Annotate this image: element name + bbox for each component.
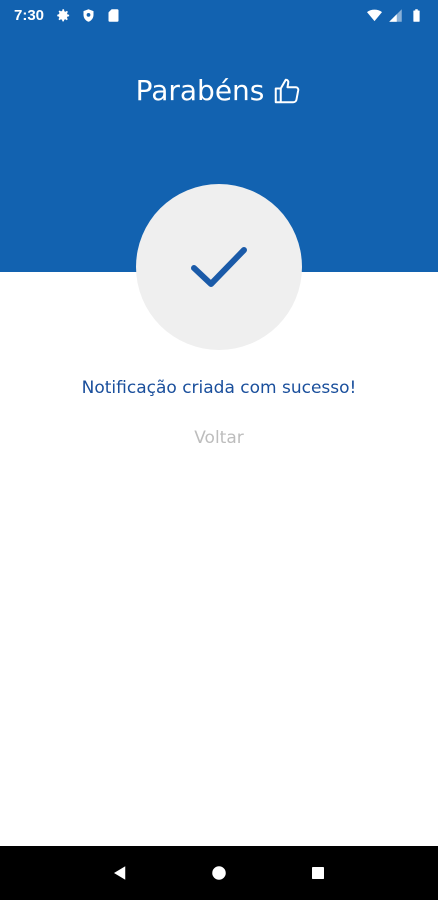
success-message: Notificação criada com sucesso! xyxy=(81,378,357,398)
back-button[interactable]: Voltar xyxy=(0,428,438,448)
status-left-icons xyxy=(56,8,121,23)
status-time: 7:30 xyxy=(14,6,45,24)
page-title: Parabéns xyxy=(135,74,265,107)
recents-icon[interactable] xyxy=(306,861,330,885)
home-icon[interactable] xyxy=(207,861,231,885)
signal-icon xyxy=(388,8,403,23)
status-right-icons xyxy=(367,8,424,23)
back-icon[interactable] xyxy=(108,861,132,885)
navigation-bar xyxy=(0,846,438,900)
wifi-icon xyxy=(367,8,382,23)
header-title-row: Parabéns xyxy=(0,74,438,107)
settings-icon xyxy=(56,8,71,23)
shield-icon xyxy=(81,8,96,23)
thumbs-up-icon xyxy=(272,76,302,106)
checkmark-icon xyxy=(189,244,249,290)
sim-card-icon xyxy=(106,8,121,23)
success-circle xyxy=(136,184,302,350)
battery-icon xyxy=(409,8,424,23)
status-bar: 7:30 xyxy=(0,0,438,30)
